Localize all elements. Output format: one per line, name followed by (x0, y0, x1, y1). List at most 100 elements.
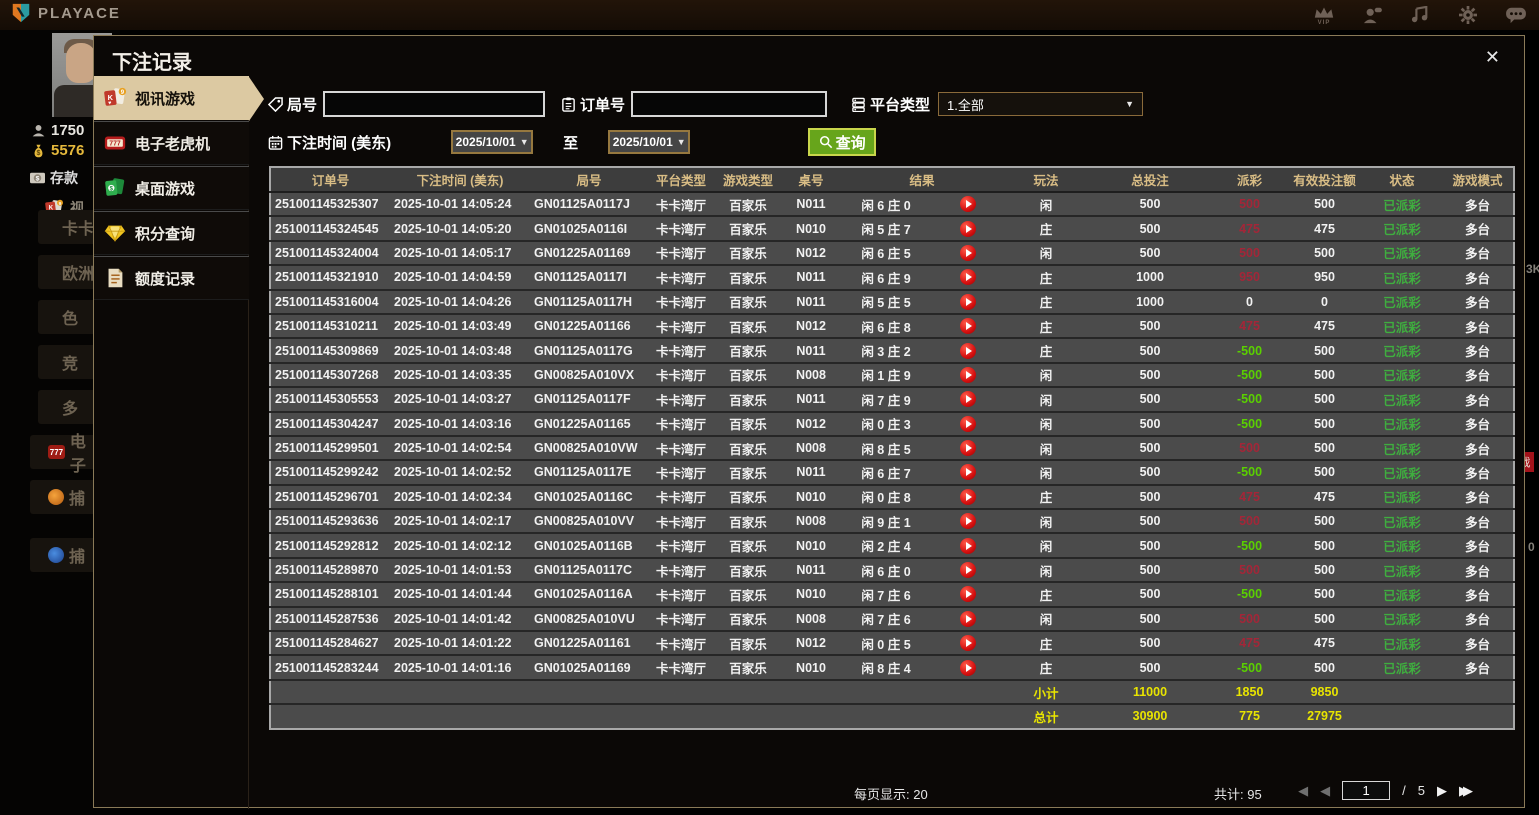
settings-gear-icon[interactable] (1455, 1, 1481, 29)
play-video-button[interactable] (960, 440, 976, 456)
cell-play-type: 闲 (1004, 387, 1088, 411)
play-icon (966, 420, 972, 428)
play-video-button[interactable] (960, 294, 976, 310)
cell-game-type: 百家乐 (714, 509, 782, 533)
cell-result: 闲 7 庄 6 (840, 607, 932, 631)
cell-round: GN01025A0116I (530, 216, 648, 240)
cell-platform: 卡卡湾厅 (648, 363, 714, 387)
chat-icon[interactable] (1503, 1, 1529, 29)
agent-icon[interactable] (1359, 1, 1385, 29)
cell-order: 251001145316004 (270, 290, 390, 314)
page-number-input[interactable] (1342, 781, 1390, 800)
play-icon (966, 444, 972, 452)
document-icon (103, 266, 127, 290)
date-to-picker[interactable]: 2025/10/01 ▼ (608, 130, 690, 154)
cell-payout: 500 (1212, 509, 1287, 533)
table-row: 251001145292812 2025-10-01 14:02:12 GN01… (270, 533, 1514, 557)
cell-total-bet: 500 (1088, 558, 1212, 582)
play-video-button[interactable] (960, 318, 976, 334)
cell-time: 2025-10-01 14:03:16 (390, 412, 530, 436)
play-icon (966, 225, 972, 233)
table-row: 251001145299242 2025-10-01 14:02:52 GN01… (270, 460, 1514, 484)
play-video-button[interactable] (960, 343, 976, 359)
bg-menu-item: 777 电子 (30, 435, 100, 469)
cell-game-mode: 多台 (1442, 363, 1514, 387)
cell-result: 闲 0 庄 3 (840, 412, 932, 436)
tab-slots[interactable]: 777 电子老虎机 (94, 121, 249, 165)
play-video-button[interactable] (960, 562, 976, 578)
cell-play-type: 闲 (1004, 363, 1088, 387)
query-button[interactable]: 查询 (808, 128, 876, 156)
cell-time: 2025-10-01 14:04:59 (390, 265, 530, 289)
tab-table-games[interactable]: $ 桌面游戏 (94, 166, 249, 210)
play-video-button[interactable] (960, 513, 976, 529)
next-page-icon[interactable]: ▶ (1437, 783, 1447, 799)
play-video-button[interactable] (960, 269, 976, 285)
cell-order: 251001145325307 (270, 192, 390, 216)
cell-platform: 卡卡湾厅 (648, 216, 714, 240)
cell-valid-bet: 500 (1287, 338, 1362, 362)
close-icon[interactable]: ✕ (1485, 48, 1500, 66)
date-to-value: 2025/10/01 (613, 135, 673, 149)
vip-icon[interactable]: VIP (1311, 1, 1337, 29)
platform-type-select[interactable]: 1.全部 ▼ (938, 92, 1143, 116)
cell-play-type: 庄 (1004, 485, 1088, 509)
play-video-button[interactable] (960, 660, 976, 676)
search-icon (819, 135, 833, 149)
play-video-button[interactable] (960, 245, 976, 261)
play-video-button[interactable] (960, 611, 976, 627)
cell-platform: 卡卡湾厅 (648, 607, 714, 631)
cell-round: GN01125A0117I (530, 265, 648, 289)
first-page-icon[interactable]: ◀ (1298, 783, 1308, 799)
cell-valid-bet: 0 (1287, 290, 1362, 314)
cell-game-mode: 多台 (1442, 216, 1514, 240)
music-icon[interactable] (1407, 1, 1433, 29)
cell-valid-bet: 500 (1287, 533, 1362, 557)
play-video-button[interactable] (960, 367, 976, 383)
bet-time-label: 下注时间 (美东) (287, 132, 391, 153)
play-video-button[interactable] (960, 221, 976, 237)
cell-game-type: 百家乐 (714, 314, 782, 338)
table-header-row: 订单号 下注时间 (美东) 局号 平台类型 游戏类型 桌号 结果 玩法 总投注 … (270, 167, 1514, 192)
cell-table-no: N010 (782, 533, 840, 557)
cell-game-mode: 多台 (1442, 314, 1514, 338)
date-from-picker[interactable]: 2025/10/01 ▼ (451, 130, 533, 154)
cell-time: 2025-10-01 14:03:48 (390, 338, 530, 362)
cell-time: 2025-10-01 14:01:22 (390, 631, 530, 655)
to-label: 至 (563, 132, 578, 153)
prev-page-icon[interactable]: ◀ (1320, 783, 1330, 799)
gem-icon (103, 221, 127, 245)
play-video-button[interactable] (960, 196, 976, 212)
cell-replay (932, 460, 1004, 484)
play-video-button[interactable] (960, 586, 976, 602)
cell-table-no: N011 (782, 290, 840, 314)
tab-points-query[interactable]: 积分查询 (94, 211, 249, 255)
play-video-button[interactable] (960, 538, 976, 554)
cell-order: 251001145305553 (270, 387, 390, 411)
play-video-button[interactable] (960, 464, 976, 480)
balance-stat: 1750 (32, 122, 84, 139)
cell-order: 251001145288101 (270, 582, 390, 606)
tab-video-games[interactable]: K♥9 视讯游戏 (94, 76, 249, 120)
play-video-button[interactable] (960, 635, 976, 651)
cell-payout: -500 (1212, 582, 1287, 606)
cell-valid-bet: 500 (1287, 192, 1362, 216)
play-video-button[interactable] (960, 391, 976, 407)
last-page-icon[interactable]: ▶▶ (1459, 783, 1467, 799)
cell-play-type: 庄 (1004, 216, 1088, 240)
cell-round: GN01025A0116A (530, 582, 648, 606)
order-number-input[interactable] (631, 91, 827, 117)
cell-round: GN01025A01169 (530, 655, 648, 679)
cell-game-type: 百家乐 (714, 533, 782, 557)
bet-records-table: 订单号 下注时间 (美东) 局号 平台类型 游戏类型 桌号 结果 玩法 总投注 … (269, 166, 1515, 730)
cell-play-type: 闲 (1004, 241, 1088, 265)
play-video-button[interactable] (960, 489, 976, 505)
cell-game-type: 百家乐 (714, 655, 782, 679)
round-number-input[interactable] (323, 91, 545, 117)
edge-fragment: 0 (1528, 540, 1535, 554)
cell-round: GN01225A01169 (530, 241, 648, 265)
cell-valid-bet: 475 (1287, 314, 1362, 338)
play-video-button[interactable] (960, 416, 976, 432)
tab-quota-records[interactable]: 额度记录 (94, 256, 249, 300)
cell-order: 251001145307268 (270, 363, 390, 387)
